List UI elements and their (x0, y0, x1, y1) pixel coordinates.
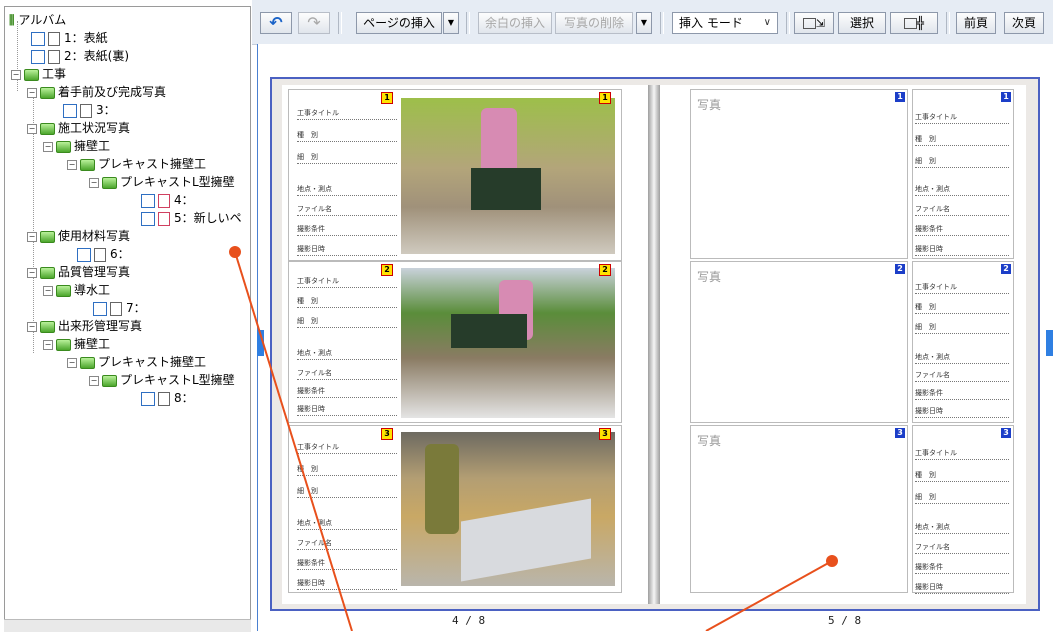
annotation-arrow-line (705, 560, 833, 631)
annotation-overlay (229, 246, 838, 631)
annotation-arrow-line (234, 251, 353, 631)
annotation-dot (229, 246, 241, 258)
annotation-dot (826, 555, 838, 567)
